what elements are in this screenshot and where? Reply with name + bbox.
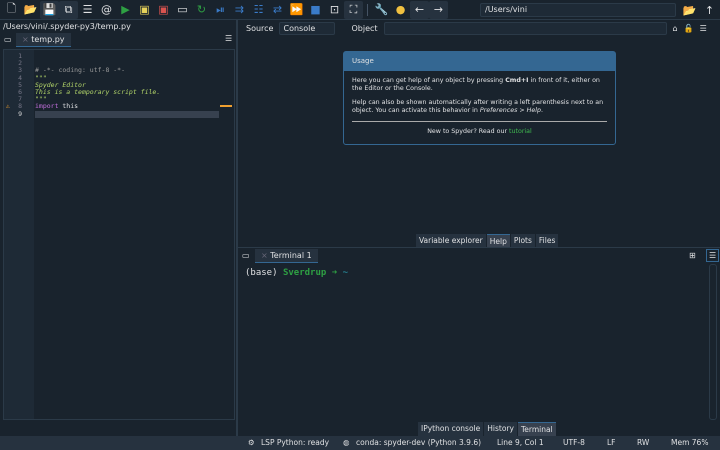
top-pane-tabs: Variable explorer Help Plots Files <box>416 234 559 248</box>
stop-icon[interactable]: ■ <box>306 1 325 19</box>
tab-label: temp.py <box>31 35 65 44</box>
lock-icon[interactable]: 🔓 <box>684 24 694 33</box>
usage-footer: New to Spyder? Read our tutorial <box>427 128 532 135</box>
options-menu-icon[interactable]: ☰ <box>700 24 707 33</box>
usage-text-1: Here you can get help of any object by p… <box>352 77 600 92</box>
lsp-icon: ⚙ <box>248 438 255 447</box>
debug-step-return-icon[interactable]: ⇄ <box>268 1 287 19</box>
editor-tabbar: ▭ × temp.py ☰ <box>0 33 236 47</box>
usage-panel: Usage Here you can get help of any objec… <box>343 51 616 145</box>
home-icon[interactable]: ⌂ <box>673 24 678 33</box>
source-combo[interactable]: Console <box>279 21 336 35</box>
forward-icon[interactable]: → <box>429 0 448 19</box>
cursor-position: Line 9, Col 1 <box>497 438 544 447</box>
warning-icon: ⚠ <box>6 102 10 111</box>
options-menu-icon[interactable]: ☰ <box>706 249 720 262</box>
divider <box>238 247 720 248</box>
debug-step-return-icon[interactable]: ☷ <box>249 1 268 19</box>
toolbar-divider <box>367 3 368 16</box>
debug-step-into-icon[interactable]: ⇉ <box>230 1 249 19</box>
parent-directory-icon[interactable]: ↑ <box>700 1 719 19</box>
browse-tabs-icon[interactable]: ▭ <box>4 35 12 44</box>
encoding-status: UTF-8 <box>563 438 585 447</box>
usage-title: Usage <box>344 52 615 71</box>
terminal-scrollbar[interactable] <box>709 264 717 420</box>
status-bar: ⚙ LSP Python: ready ◍ conda: spyder-dev … <box>0 436 720 450</box>
browse-tabs-icon[interactable]: ▭ <box>242 251 250 260</box>
tab-plots[interactable]: Plots <box>510 234 535 248</box>
save-icon[interactable]: 💾 <box>40 0 59 19</box>
wrench-icon[interactable]: 🔧 <box>372 1 391 19</box>
back-icon[interactable]: ← <box>410 0 429 19</box>
conda-status[interactable]: conda: spyder-dev (Python 3.9.6) <box>356 436 481 450</box>
tab-terminal[interactable]: Terminal <box>517 422 556 436</box>
code-editor[interactable]: 1 2 3 4 5 6 7 ⚠ 8 9 # -*- coding: utf-8 -*- """ Spy… <box>3 49 235 420</box>
open-folder-icon[interactable]: 📂 <box>21 1 40 19</box>
run-selection-icon[interactable]: ▭ <box>173 1 192 19</box>
run-cell-icon[interactable]: ▣ <box>135 1 154 19</box>
run-cell-advance-icon[interactable]: ▣ <box>154 1 173 19</box>
working-directory-input[interactable]: /Users/vini <box>480 3 676 17</box>
save-all-icon[interactable]: ⧉ <box>59 0 78 19</box>
conda-icon: ◍ <box>343 438 350 447</box>
debug-continue-icon[interactable]: ⏩ <box>287 1 306 19</box>
usage-text-2: Help can also be shown automatically aft… <box>352 99 604 114</box>
at-icon[interactable]: @ <box>97 1 116 19</box>
line-numbers: 1 2 3 4 5 6 7 ⚠ 8 9 <box>4 50 34 419</box>
tab-variable-explorer[interactable]: Variable explorer <box>416 234 486 248</box>
tab-label: Terminal 1 <box>270 251 312 260</box>
object-combo[interactable] <box>383 21 667 35</box>
tab-ipython-console[interactable]: IPython console <box>418 422 484 436</box>
tutorial-link[interactable]: tutorial <box>509 128 532 135</box>
options-menu-icon[interactable]: ☰ <box>225 34 232 43</box>
tab-files[interactable]: Files <box>535 234 559 248</box>
run-icon[interactable]: ▶ <box>116 1 135 19</box>
fullscreen-icon[interactable]: ⛶ <box>344 0 363 19</box>
code-text[interactable]: # -*- coding: utf-8 -*- """ Spyder Editor T… <box>35 53 219 132</box>
terminal-output[interactable]: (base) Sverdrup ➜ ~ <box>240 262 706 420</box>
warning-marker <box>220 105 232 107</box>
editor-file-path: /Users/vini/.spyder-py3/temp.py <box>3 22 131 31</box>
close-icon[interactable]: × <box>22 35 31 44</box>
help-toolbar: Source Console Object ⌂ 🔓 ☰ <box>240 20 720 36</box>
close-icon[interactable]: × <box>261 251 270 260</box>
python-icon[interactable]: ● <box>391 1 410 19</box>
source-label: Source <box>246 23 274 33</box>
tab-terminal-1[interactable]: × Terminal 1 <box>255 249 318 263</box>
rerun-icon[interactable]: ↻ <box>192 1 211 19</box>
permissions-status: RW <box>637 438 650 447</box>
object-label: Object <box>351 23 378 33</box>
lsp-status[interactable]: LSP Python: ready <box>261 436 329 450</box>
outline-icon[interactable]: ☰ <box>78 1 97 19</box>
maximize-pane-icon[interactable]: ⊡ <box>325 1 344 19</box>
tab-history[interactable]: History <box>484 422 517 436</box>
usage-divider <box>352 121 607 122</box>
tab-help[interactable]: Help <box>486 234 510 248</box>
eol-status: LF <box>607 438 616 447</box>
new-terminal-icon[interactable]: ⊞ <box>689 251 696 260</box>
tab-temp-py[interactable]: × temp.py <box>16 33 71 47</box>
debug-step-icon[interactable]: ⏯ <box>211 1 230 19</box>
pane-splitter[interactable] <box>236 20 238 436</box>
browse-directory-icon[interactable]: 📂 <box>680 1 699 19</box>
memory-status: Mem 76% <box>671 438 709 447</box>
new-file-icon[interactable]: 🗋 <box>2 1 21 19</box>
bottom-pane-tabs: IPython console History Terminal <box>418 422 556 436</box>
